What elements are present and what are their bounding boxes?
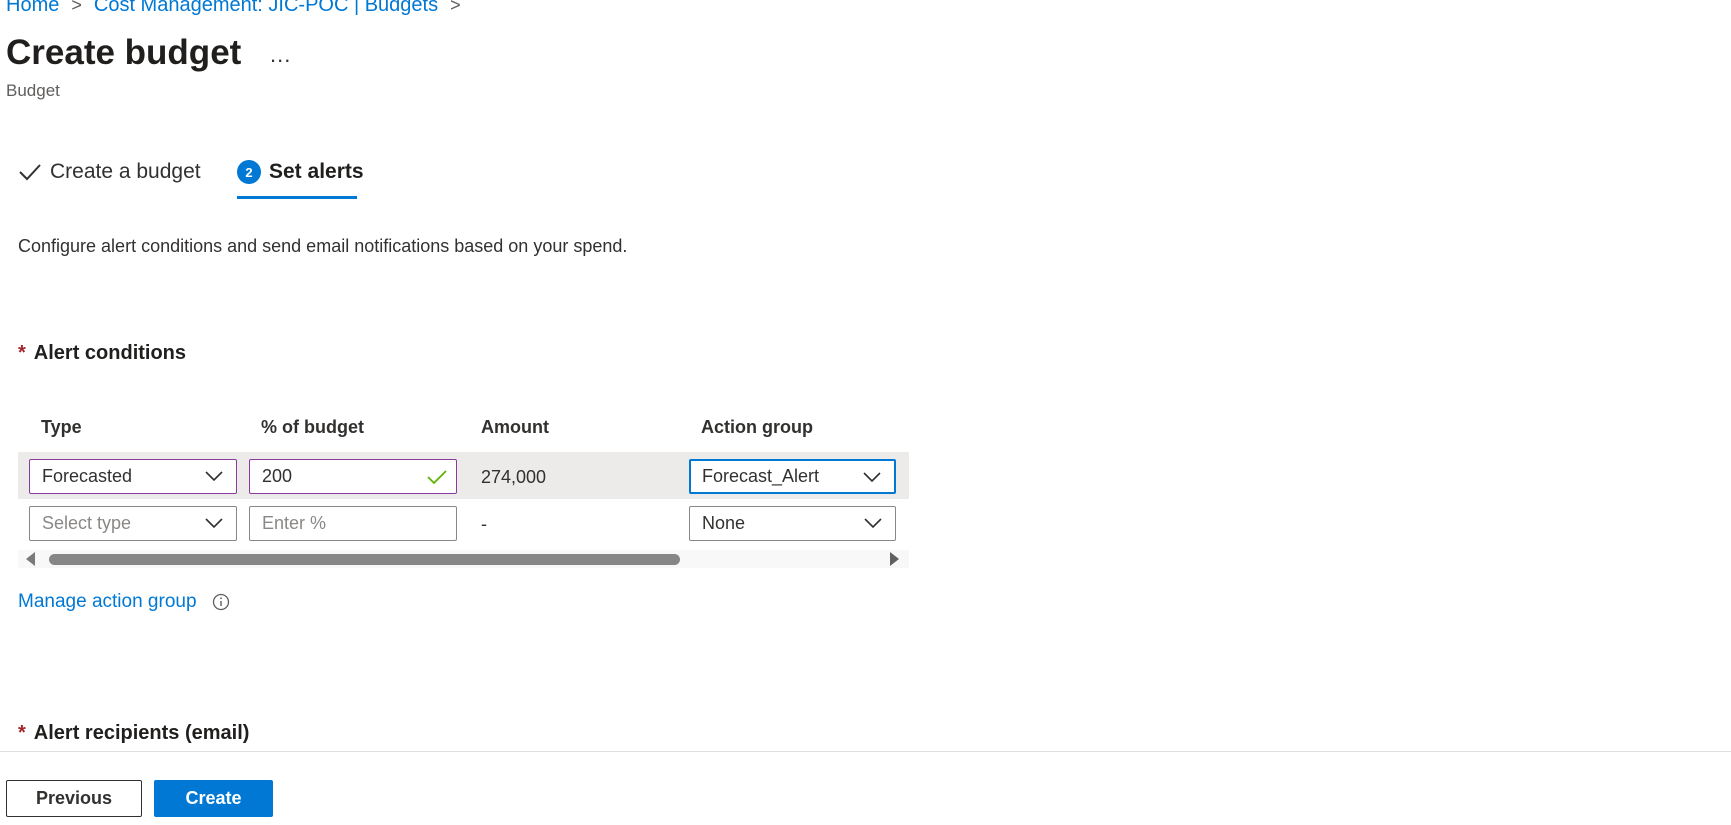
chevron-down-icon [863, 472, 881, 483]
info-icon[interactable] [212, 593, 230, 611]
column-header-percent: % of budget [261, 417, 364, 437]
previous-button[interactable]: Previous [6, 780, 142, 817]
column-header-type: Type [41, 417, 82, 437]
step-number-badge: 2 [237, 160, 261, 184]
scroll-right-arrow-icon[interactable] [890, 552, 899, 566]
breadcrumb: Home > Cost Management: JIC-POC | Budget… [6, 0, 473, 17]
section-title-text: Alert conditions [33, 342, 187, 364]
action-group-dropdown[interactable]: Forecast_Alert [689, 459, 896, 494]
active-tab-indicator [237, 196, 357, 199]
page-title: Create budget [6, 33, 242, 72]
amount-value: - [481, 514, 487, 534]
dropdown-value: Forecasted [42, 466, 133, 486]
dropdown-value: None [702, 513, 746, 533]
page-subtitle: Budget [6, 81, 60, 100]
type-dropdown[interactable]: Forecasted [29, 459, 237, 494]
input-value: 200 [262, 466, 293, 486]
chevron-down-icon [864, 518, 882, 529]
column-header-amount: Amount [481, 417, 549, 437]
footer-divider [0, 751, 1731, 752]
page-description: Configure alert conditions and send emai… [18, 236, 628, 256]
tab-label: Set alerts [269, 160, 364, 183]
alert-conditions-heading: * Alert conditions [18, 342, 186, 365]
percent-of-budget-input[interactable]: Enter % [249, 506, 457, 541]
column-header-action-group: Action group [701, 417, 813, 437]
breadcrumb-separator: > [450, 0, 461, 15]
input-placeholder: Enter % [262, 513, 327, 533]
scroll-left-arrow-icon[interactable] [26, 552, 35, 566]
chevron-down-icon [205, 471, 223, 482]
breadcrumb-separator: > [71, 0, 82, 15]
section-title-text: Alert recipients (email) [33, 722, 250, 744]
breadcrumb-budgets-link[interactable]: Cost Management: JIC-POC | Budgets [94, 0, 438, 17]
more-options-button[interactable]: ... [270, 42, 291, 68]
dropdown-value: Forecast_Alert [702, 466, 820, 486]
tab-set-alerts[interactable]: 2 Set alerts [237, 160, 364, 184]
required-mark: * [18, 342, 26, 364]
breadcrumb-home-link[interactable]: Home [6, 0, 59, 17]
type-dropdown[interactable]: Select type [29, 506, 237, 541]
required-mark: * [18, 722, 26, 744]
dropdown-placeholder: Select type [42, 513, 132, 533]
scrollbar-thumb[interactable] [49, 554, 680, 565]
tab-create-a-budget[interactable]: Create a budget [18, 160, 201, 184]
amount-value: 274,000 [481, 467, 547, 487]
valid-check-icon [427, 470, 447, 485]
alert-recipients-heading: * Alert recipients (email) [18, 722, 249, 745]
check-icon [19, 164, 41, 181]
tab-label: Create a budget [50, 160, 201, 183]
manage-action-group-link[interactable]: Manage action group [18, 591, 197, 613]
action-group-dropdown[interactable]: None [689, 506, 896, 541]
percent-of-budget-input[interactable]: 200 [249, 459, 457, 494]
create-button[interactable]: Create [154, 780, 273, 817]
chevron-down-icon [205, 518, 223, 529]
